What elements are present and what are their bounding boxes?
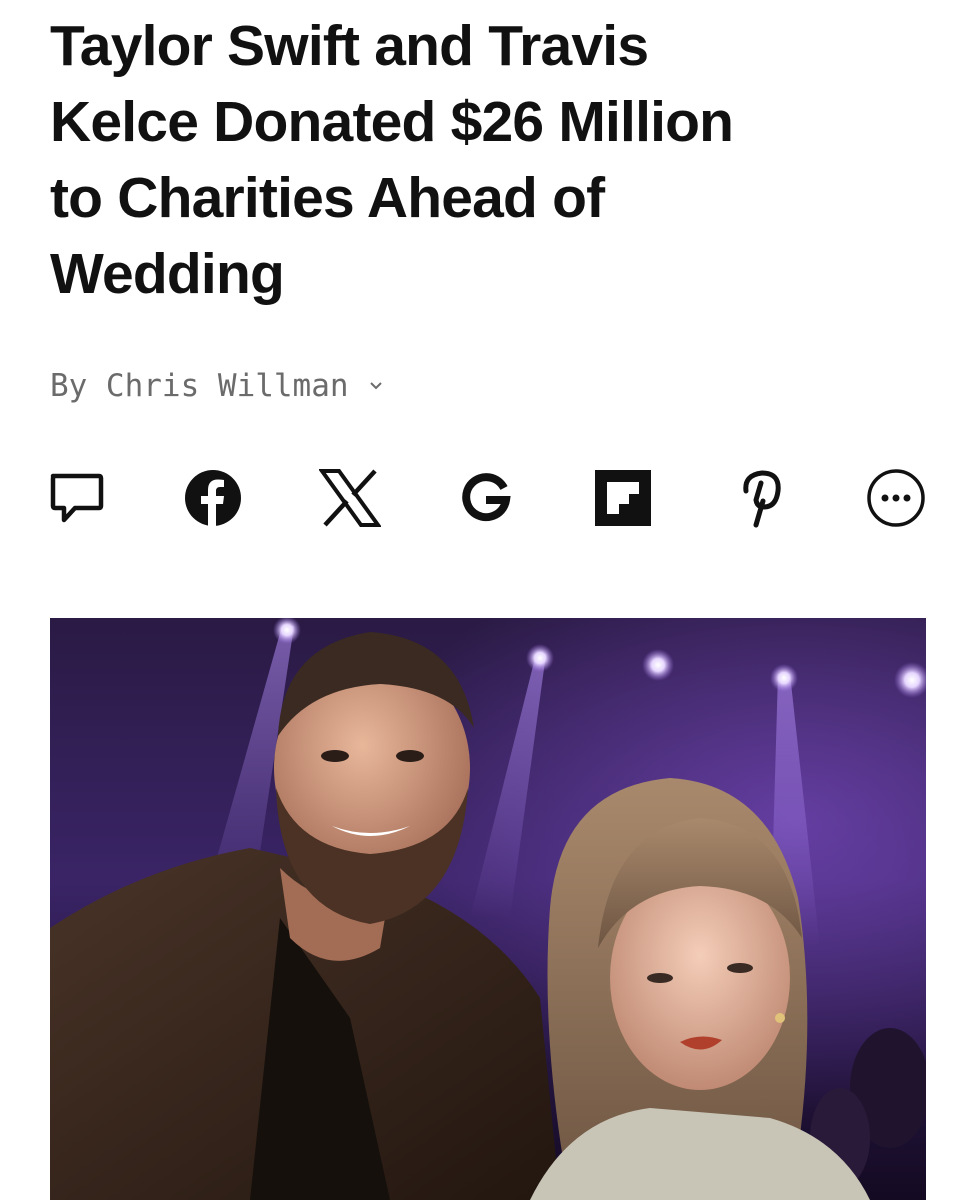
pinterest-icon[interactable]	[724, 462, 796, 534]
comment-icon[interactable]	[40, 462, 112, 534]
headline-line-1: Taylor Swift and Travis	[50, 14, 649, 78]
facebook-icon[interactable]	[177, 462, 249, 534]
chevron-down-icon[interactable]	[369, 381, 383, 391]
article-headline: Taylor Swift and Travis Kelce Donated $2…	[50, 8, 930, 312]
headline-line-3: to Charities Ahead of	[50, 166, 605, 230]
headline-line-4: Wedding	[50, 242, 285, 306]
stage-light	[526, 644, 554, 672]
stage-light	[642, 649, 674, 681]
google-icon[interactable]	[450, 462, 522, 534]
byline-prefix: By	[50, 368, 88, 404]
byline[interactable]: By Chris Willman	[50, 366, 383, 406]
share-toolbar	[40, 462, 935, 534]
stage-light	[770, 664, 798, 692]
flipboard-icon[interactable]	[587, 462, 659, 534]
headline-line-2: Kelce Donated $26 Million	[50, 90, 734, 154]
hero-photo	[50, 618, 926, 1200]
more-icon[interactable]	[860, 462, 932, 534]
x-icon[interactable]	[314, 462, 386, 534]
author-name[interactable]: Chris Willman	[106, 366, 349, 406]
